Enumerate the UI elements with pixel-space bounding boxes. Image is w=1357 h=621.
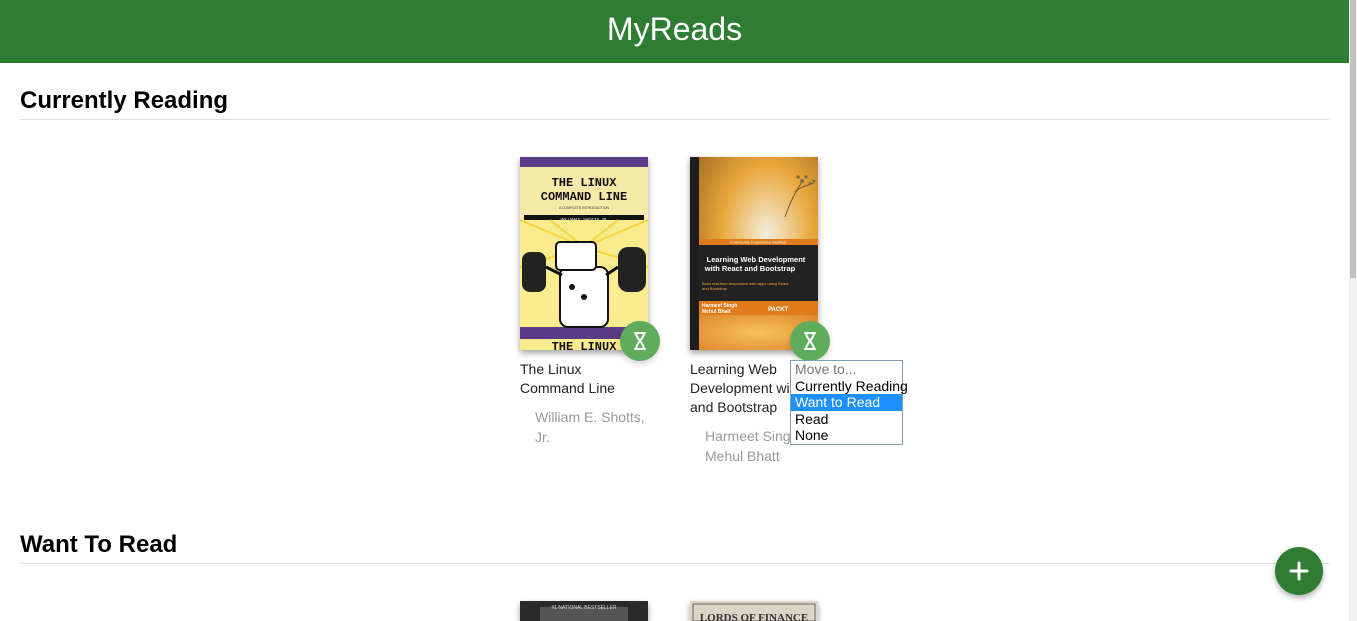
book-title: The Linux Command Line [520, 361, 615, 396]
svg-text:THE LINUX: THE LINUX [552, 176, 618, 190]
scrollbar-thumb[interactable] [1350, 0, 1356, 278]
svg-text:and Bootstrap: and Bootstrap [702, 286, 728, 291]
page-scrollbar[interactable] [1349, 0, 1357, 621]
book-cover[interactable]: #1 NATIONAL BESTSELLER [520, 601, 648, 621]
svg-text:LORDS OF FINANCE: LORDS OF FINANCE [700, 612, 808, 621]
svg-text:with React and Bootstrap: with React and Bootstrap [704, 264, 796, 273]
svg-text:Mehul Bhatt: Mehul Bhatt [702, 309, 731, 315]
option-none[interactable]: None [791, 427, 902, 444]
book-cover-art: LORDS OF FINANCE [690, 601, 818, 621]
svg-text:#1 NATIONAL BESTSELLER: #1 NATIONAL BESTSELLER [551, 605, 616, 611]
option-read[interactable]: Read [791, 411, 902, 428]
option-move-to: Move to... [795, 361, 857, 377]
svg-text:A COMPLETE INTRODUCTION: A COMPLETE INTRODUCTION [559, 206, 610, 210]
svg-text:THE LINUX: THE LINUX [552, 340, 618, 350]
shelf-divider [20, 563, 1329, 564]
hourglass-icon [804, 332, 816, 350]
book-cover-art: #1 NATIONAL BESTSELLER [520, 601, 648, 621]
shelf-divider [20, 119, 1329, 120]
book-author: Mehul Bhatt [705, 448, 780, 464]
add-book-button[interactable] [1275, 547, 1323, 595]
app-header: MyReads [0, 0, 1349, 63]
shelf-title-want-to-read: Want To Read [20, 531, 178, 558]
plus-icon [1289, 561, 1309, 581]
svg-text:COMMAND LINE: COMMAND LINE [541, 190, 627, 204]
hourglass-icon [634, 332, 646, 350]
shelf-title-currently-reading: Currently Reading [20, 87, 229, 114]
app-title: MyReads [606, 11, 743, 47]
book-author: William E. Shotts, Jr. [535, 409, 645, 445]
svg-text:Community Experience Distilled: Community Experience Distilled [730, 240, 786, 245]
svg-text:PACKT: PACKT [768, 307, 789, 313]
book-authors: William E. Shotts, Jr. [535, 407, 663, 447]
book-cover[interactable]: LORDS OF FINANCE [690, 601, 818, 621]
shelf-changer-button[interactable] [620, 321, 660, 361]
option-want-to-read[interactable]: Want to Read [791, 394, 902, 411]
shelf-changer-button[interactable] [790, 321, 830, 361]
option-currently-reading[interactable]: Currently Reading [791, 378, 908, 395]
shelf-changer-dropdown[interactable]: Move to... Currently Reading Want to Rea… [790, 360, 908, 445]
svg-text:Learning Web Development: Learning Web Development [707, 255, 806, 264]
